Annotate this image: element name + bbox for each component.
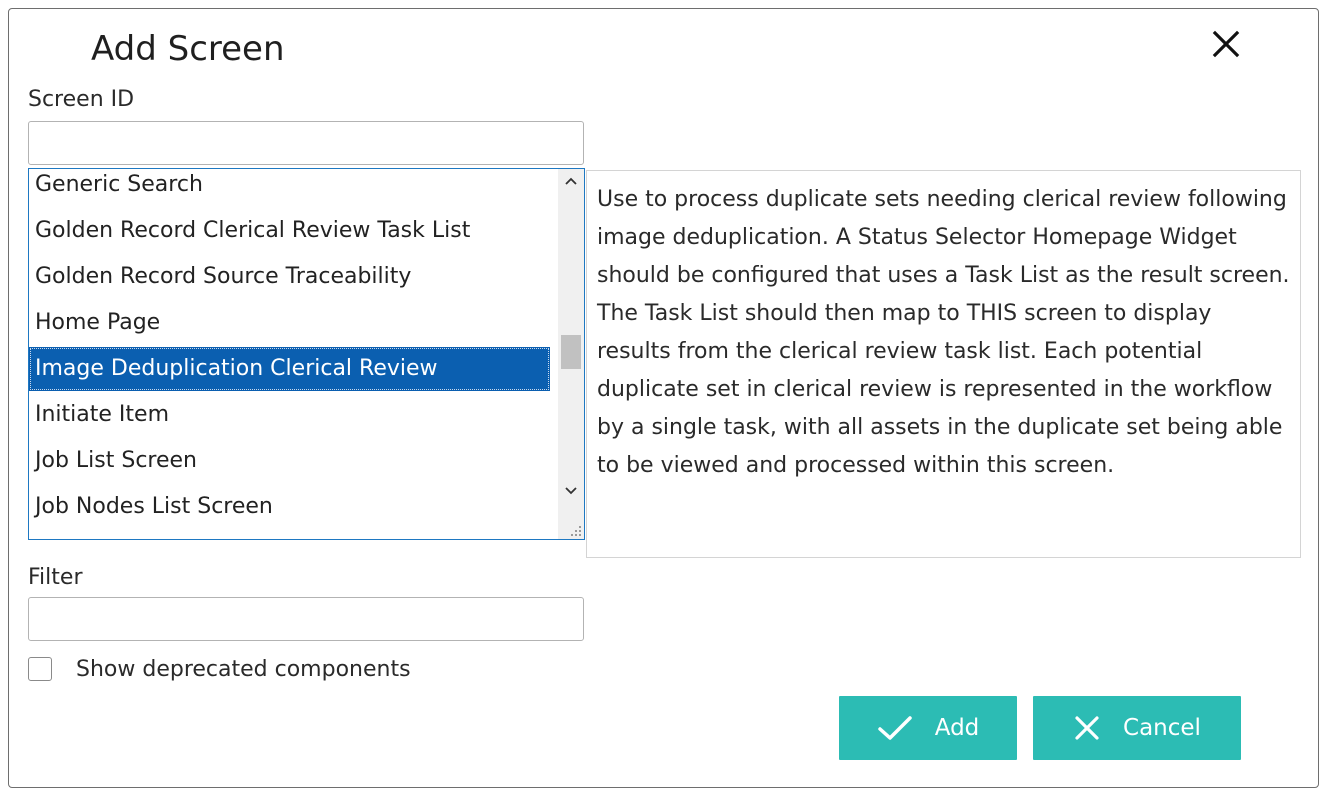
screen-id-input[interactable]	[28, 121, 584, 165]
list-item[interactable]: Generic Search	[29, 169, 550, 207]
screen-listbox[interactable]: Generic Search Golden Record Clerical Rev…	[28, 168, 585, 540]
list-item[interactable]: Job Nodes List Screen	[29, 485, 550, 529]
cancel-button-label: Cancel	[1123, 715, 1201, 741]
add-screen-dialog: Add Screen Screen ID Generic Search Golde…	[8, 8, 1319, 788]
list-item[interactable]: Home Page	[29, 301, 550, 345]
dialog-title: Add Screen	[91, 29, 285, 69]
chevron-down-icon[interactable]	[562, 481, 580, 499]
scrollbar-thumb[interactable]	[561, 335, 581, 369]
add-button-label: Add	[934, 715, 980, 741]
show-deprecated-row[interactable]: Show deprecated components	[28, 655, 411, 683]
list-item[interactable]: Job List Screen	[29, 439, 550, 483]
resize-grip-icon[interactable]	[570, 525, 582, 537]
list-item[interactable]: Initiate Item	[29, 393, 550, 437]
filter-label: Filter	[28, 565, 83, 590]
x-icon	[1075, 716, 1099, 740]
list-item[interactable]: Image Deduplication Clerical Review	[29, 347, 550, 391]
filter-input[interactable]	[28, 597, 584, 641]
list-item[interactable]: Golden Record Source Traceability	[29, 255, 550, 299]
cancel-button[interactable]: Cancel	[1033, 696, 1241, 760]
check-icon	[877, 716, 912, 740]
add-button[interactable]: Add	[839, 696, 1017, 760]
close-icon[interactable]	[1208, 26, 1244, 62]
list-scrollbar[interactable]	[558, 169, 584, 539]
show-deprecated-label: Show deprecated components	[76, 656, 411, 682]
screen-description: Use to process duplicate sets needing cl…	[586, 170, 1301, 558]
show-deprecated-checkbox[interactable]	[28, 657, 52, 681]
screen-id-label: Screen ID	[28, 87, 135, 112]
chevron-up-icon[interactable]	[562, 173, 580, 191]
list-item[interactable]: Golden Record Clerical Review Task List	[29, 209, 550, 253]
